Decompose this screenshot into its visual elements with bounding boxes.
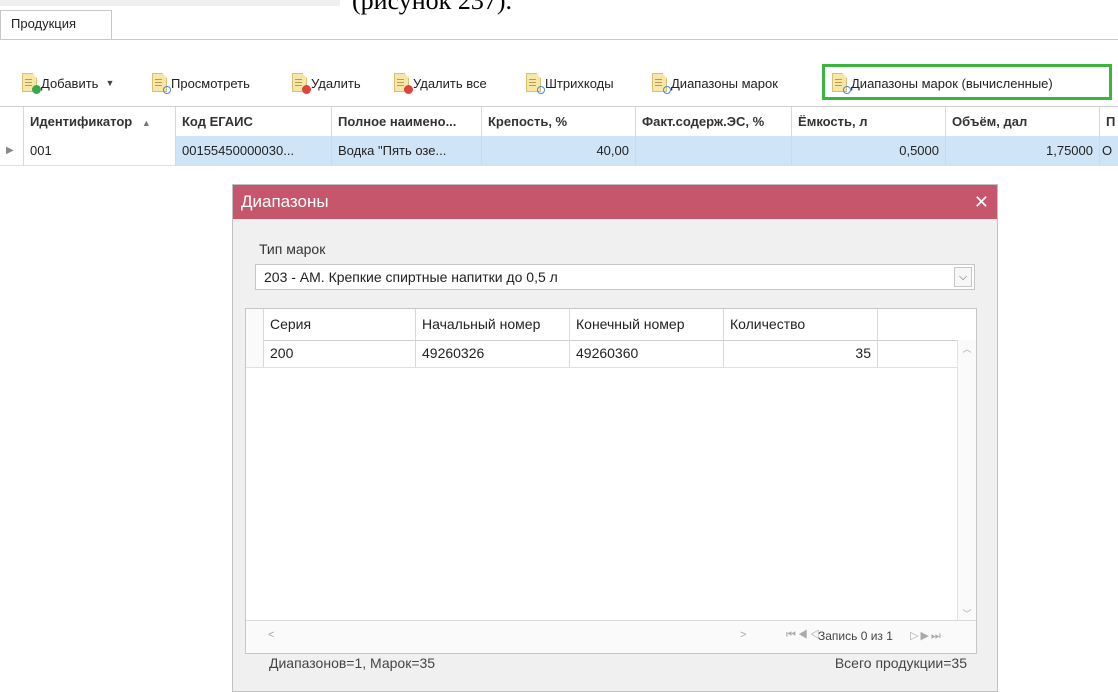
document-delete-icon [292,73,311,94]
barcodes-button[interactable]: Штрихкоды [526,66,614,100]
record-counter: Запись 0 из 1 [818,629,893,643]
column-header-egais[interactable]: Код ЕГАИС [176,107,332,136]
column-header-series[interactable]: Серия [264,309,416,340]
products-grid: Идентификатор ▲ Код ЕГАИС Полное наимено… [0,106,1118,166]
column-header-extra[interactable]: П [1100,107,1118,136]
tab-products[interactable]: Продукция [0,10,112,39]
highlight-frame [822,64,1112,100]
cell-extra: О [1100,136,1118,165]
delete-button[interactable]: Удалить [292,66,361,100]
cell-strength: 40,00 [482,136,636,165]
dialog-title: Диапазоны [233,185,997,219]
cell-series: 200 [264,340,416,367]
delete-all-button[interactable]: Удалить все [394,66,487,100]
ranges-button[interactable]: Диапазоны марок [652,66,778,100]
grid-header: Идентификатор ▲ Код ЕГАИС Полное наимено… [0,106,1118,137]
chevron-down-icon[interactable]: ⌵ [954,267,972,287]
delete-button-label: Удалить [311,75,361,91]
grid-navigator: < > ⏮◀◁ Запись 0 из 1 ▷▶⏭ [246,620,976,653]
row-indicator-icon: ▶ [0,136,24,165]
view-button[interactable]: Просмотреть [152,66,250,100]
document-view-icon [526,73,545,94]
table-row[interactable]: ▶ 001 00155450000030... Водка "Пять озе.… [0,136,1118,166]
scroll-up-icon[interactable]: ︿ [958,342,976,355]
scroll-right-icon[interactable]: > [740,629,748,641]
column-header-strength[interactable]: Крепость, % [482,107,636,136]
cell-egais: 00155450000030... [176,136,332,165]
cell-identifier: 001 [24,136,176,165]
column-header-capacity[interactable]: Ёмкость, л [792,107,946,136]
ranges-summary: Диапазонов=1, Марок=35 [269,655,436,671]
close-icon[interactable]: ✕ [974,185,989,219]
column-header-fact-content[interactable]: Факт.содерж.ЭС, % [636,107,792,136]
vertical-scrollbar[interactable]: ︿ ﹀ [957,340,976,622]
document-view-icon [152,73,171,94]
delete-all-button-label: Удалить все [413,75,487,91]
document-delete-icon [394,73,413,94]
cell-fact-content [636,136,792,165]
add-button[interactable]: Добавить ▼ [22,66,114,100]
document-add-icon [22,73,41,94]
column-header-name[interactable]: Полное наимено... [332,107,482,136]
cell-name: Водка "Пять озе... [332,136,482,165]
products-total: Всего продукции=35 [834,655,967,671]
document-view-icon [652,73,671,94]
header-gutter [246,309,264,340]
column-header-count[interactable]: Количество [724,309,878,340]
sort-asc-icon: ▲ [141,118,151,128]
column-header-identifier[interactable]: Идентификатор ▲ [24,107,176,136]
mark-type-label: Тип марок [259,241,326,257]
ranges-grid-header: Серия Начальный номер Конечный номер Кол… [246,309,976,341]
mark-type-select[interactable]: 203 - АМ. Крепкие спиртные напитки до 0,… [255,264,975,290]
tab-bar: Продукция [0,6,1118,40]
ranges-grid: Серия Начальный номер Конечный номер Кол… [245,308,977,654]
header-gutter [0,107,24,136]
cell-capacity: 0,5000 [792,136,946,165]
ranges-button-label: Диапазоны марок [671,75,778,91]
scroll-down-icon[interactable]: ﹀ [958,607,976,620]
cell-count: 35 [724,340,878,367]
cell-start-number: 49260326 [416,340,570,367]
mark-type-value: 203 - АМ. Крепкие спиртные напитки до 0,… [264,269,558,285]
ranges-dialog: Диапазоны ✕ Тип марок 203 - АМ. Крепкие … [232,184,998,692]
column-header-start-number[interactable]: Начальный номер [416,309,570,340]
column-header-volume[interactable]: Объём, дал [946,107,1100,136]
nav-first-prev-icon[interactable]: ⏮◀◁ [786,629,822,642]
cell-end-number: 49260360 [570,340,724,367]
scroll-left-icon[interactable]: < [268,629,274,641]
barcodes-button-label: Штрихкоды [545,75,614,91]
chevron-down-icon: ▼ [105,78,115,88]
add-button-label: Добавить [41,75,99,91]
nav-next-last-icon[interactable]: ▷▶⏭ [910,629,943,643]
view-button-label: Просмотреть [171,75,250,91]
cell-volume: 1,75000 [946,136,1100,165]
column-header-end-number[interactable]: Конечный номер [570,309,724,340]
table-row[interactable]: 200 49260326 49260360 35 [246,340,976,368]
row-gutter [246,340,264,367]
